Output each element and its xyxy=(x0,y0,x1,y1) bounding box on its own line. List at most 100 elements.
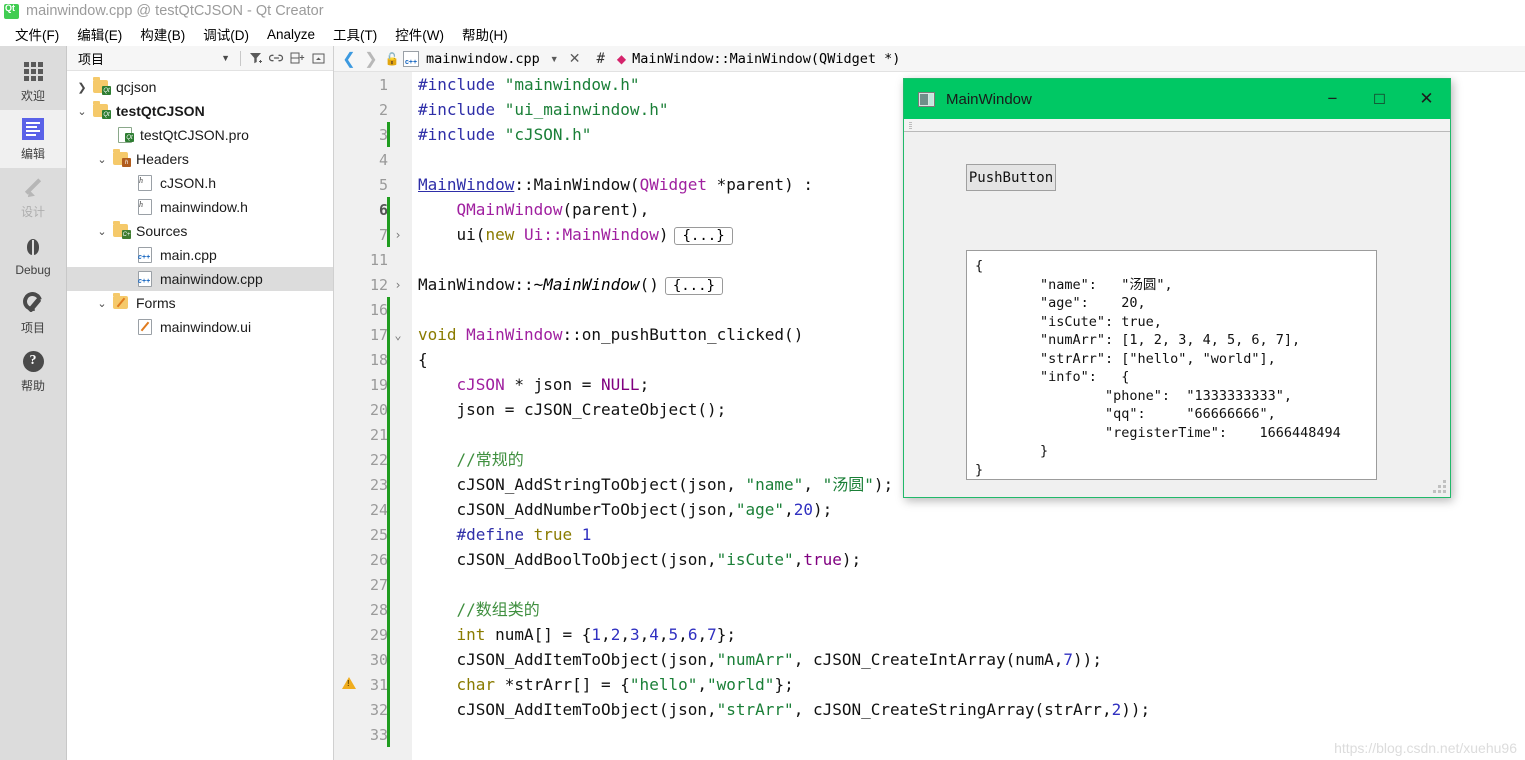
tree-item-pro-file[interactable]: Qt testQtCJSON.pro xyxy=(67,123,333,147)
tree-item-main-cpp[interactable]: c++ main.cpp xyxy=(67,243,333,267)
tree-item-forms[interactable]: ⌄ Forms xyxy=(67,291,333,315)
folded-block[interactable]: {...} xyxy=(674,227,733,245)
tree-item-label: Forms xyxy=(136,295,176,311)
pencil-icon xyxy=(22,174,44,200)
header-file-icon: h xyxy=(135,199,155,215)
hash-label[interactable]: # xyxy=(590,51,610,67)
fold-toggle-icon[interactable]: › xyxy=(388,278,408,292)
project-view-combo[interactable]: 项目 ▼ xyxy=(71,49,236,68)
dialog-body: PushButton { "name": "汤圆", "age": 20, "i… xyxy=(904,132,1450,497)
tree-item-cjson-h[interactable]: h cJSON.h xyxy=(67,171,333,195)
collapse-icon[interactable] xyxy=(308,48,329,68)
chevron-down-icon[interactable]: ⌄ xyxy=(93,297,111,310)
mainwindow-dialog[interactable]: MainWindow − □ ✕ PushButton { "name": "汤… xyxy=(903,78,1451,498)
gutter-line-current: 6 xyxy=(334,197,412,222)
resize-grip-icon[interactable] xyxy=(1433,480,1446,493)
mode-edit[interactable]: 编辑 xyxy=(0,110,66,168)
line-number-gutter: 1 2 3 4 5 6 7 › 11 12 › 16 17 ⌄ 18 19 20 21… xyxy=(334,72,412,760)
menu-help[interactable]: 帮助(H) xyxy=(453,22,517,46)
gutter-line: 28 xyxy=(334,597,412,622)
chevron-left-icon[interactable]: ❮ xyxy=(339,49,359,69)
mode-edit-label: 编辑 xyxy=(20,147,45,161)
folded-block[interactable]: {...} xyxy=(664,277,723,295)
unlocked-icon[interactable]: 🔓 xyxy=(383,52,401,66)
folder-cpp-icon: C+ xyxy=(111,221,131,239)
menu-widgets[interactable]: 控件(W) xyxy=(386,22,453,46)
chevron-down-icon[interactable]: ⌄ xyxy=(93,153,111,166)
gutter-line: 26 xyxy=(334,547,412,572)
menu-debug[interactable]: 调试(D) xyxy=(194,22,258,46)
menu-analyze[interactable]: Analyze xyxy=(258,25,324,44)
gutter-line: 12 › xyxy=(334,272,412,297)
tree-item-mainwindow-ui[interactable]: mainwindow.ui xyxy=(67,315,333,339)
chevron-right-icon[interactable]: ❯ xyxy=(73,81,91,94)
menu-file[interactable]: 文件(F) xyxy=(6,22,68,46)
mode-projects[interactable]: 项目 xyxy=(0,284,66,342)
maximize-icon[interactable]: □ xyxy=(1356,79,1403,119)
gutter-line: 25 xyxy=(334,522,412,547)
mode-debug[interactable]: Debug xyxy=(0,226,66,284)
code-line: cJSON_AddItemToObject(json,"numArr", cJS… xyxy=(418,650,1102,669)
cpp-file-icon: c++ xyxy=(135,271,155,287)
warning-icon[interactable] xyxy=(342,677,356,689)
tree-item-qcjson[interactable]: ❯ Qt qcjson xyxy=(67,75,333,99)
menu-edit[interactable]: 编辑(E) xyxy=(68,22,131,46)
editor-symbol-selector[interactable]: MainWindow::MainWindow(QWidget *) xyxy=(632,51,900,67)
window-icon xyxy=(918,91,935,107)
chevron-right-icon[interactable]: ❯ xyxy=(361,49,381,69)
menu-build[interactable]: 构建(B) xyxy=(131,22,194,46)
push-button[interactable]: PushButton xyxy=(966,164,1056,191)
fold-toggle-icon[interactable]: ⌄ xyxy=(388,328,408,342)
dialog-menubar xyxy=(904,119,1450,132)
tree-item-mainwindow-h[interactable]: h mainwindow.h xyxy=(67,195,333,219)
code-line: cJSON_AddBoolToObject(json,"isCute",true… xyxy=(418,550,862,569)
tree-item-testqtcjson[interactable]: ⌄ Qt testQtCJSON xyxy=(67,99,333,123)
tree-item-headers[interactable]: ⌄ h Headers xyxy=(67,147,333,171)
pro-file-icon: Qt xyxy=(115,127,135,143)
chevron-down-icon[interactable]: ⌄ xyxy=(93,225,111,238)
qt-creator-window: mainwindow.cpp @ testQtCJSON - Qt Creato… xyxy=(0,0,1525,760)
menubar: 文件(F) 编辑(E) 构建(B) 调试(D) Analyze 工具(T) 控件… xyxy=(0,22,1525,46)
tree-item-label: main.cpp xyxy=(160,247,217,263)
mode-design[interactable]: 设计 xyxy=(0,168,66,226)
mode-debug-label: Debug xyxy=(15,262,51,277)
gutter-line: 7 › xyxy=(334,222,412,247)
close-icon[interactable]: ✕ xyxy=(561,50,589,67)
project-sidebar: 项目 ▼ ❯ Qt qcjson ⌄ Qt testQtCJSON Qt tes… xyxy=(67,46,334,760)
gutter-line: 22 xyxy=(334,447,412,472)
gutter-line: 24 xyxy=(334,497,412,522)
fold-toggle-icon[interactable]: › xyxy=(388,228,408,242)
sidebar-header: 项目 ▼ xyxy=(67,46,333,71)
menu-tools[interactable]: 工具(T) xyxy=(324,22,386,46)
mode-selector-bar: 欢迎 编辑 设计 Debug 项目 ? 帮助 xyxy=(0,46,67,760)
code-line: #define true 1 xyxy=(456,525,592,544)
gutter-line: 5 xyxy=(378,175,388,194)
tree-item-label: mainwindow.ui xyxy=(160,319,252,335)
ui-file-icon xyxy=(135,319,155,335)
mode-help-label: 帮助 xyxy=(20,379,45,393)
json-output-textedit[interactable]: { "name": "汤圆", "age": 20, "isCute": tru… xyxy=(966,250,1377,480)
tree-item-label: mainwindow.cpp xyxy=(160,271,263,287)
gutter-line: 21 xyxy=(334,422,412,447)
gutter-line: 3 xyxy=(334,122,412,147)
folder-qt-icon: Qt xyxy=(91,101,111,119)
split-icon[interactable] xyxy=(287,48,308,68)
chevron-down-icon[interactable]: ⌄ xyxy=(73,105,91,118)
gutter-line-warning: 31 xyxy=(334,672,412,697)
mode-help[interactable]: ? 帮助 xyxy=(0,342,66,400)
tree-item-sources[interactable]: ⌄ C+ Sources xyxy=(67,219,333,243)
editor-toolbar: ❮ ❯ 🔓 mainwindow.cpp ▼ ✕ # ◆ MainWindow:… xyxy=(334,46,1525,72)
mode-design-label: 设计 xyxy=(20,205,45,219)
tree-item-mainwindow-cpp[interactable]: c++ mainwindow.cpp xyxy=(67,267,333,291)
link-icon[interactable] xyxy=(266,48,287,68)
document-edit-icon xyxy=(22,116,44,142)
minimize-icon[interactable]: − xyxy=(1309,79,1356,119)
mode-welcome[interactable]: 欢迎 xyxy=(0,52,66,110)
close-icon[interactable]: ✕ xyxy=(1403,79,1450,119)
chevron-down-icon[interactable]: ▼ xyxy=(550,54,559,64)
tree-item-label: cJSON.h xyxy=(160,175,217,191)
dialog-titlebar[interactable]: MainWindow − □ ✕ xyxy=(904,79,1450,119)
filter-icon[interactable] xyxy=(245,48,266,68)
tree-item-label: Headers xyxy=(136,151,189,167)
folder-ui-icon xyxy=(111,293,131,311)
